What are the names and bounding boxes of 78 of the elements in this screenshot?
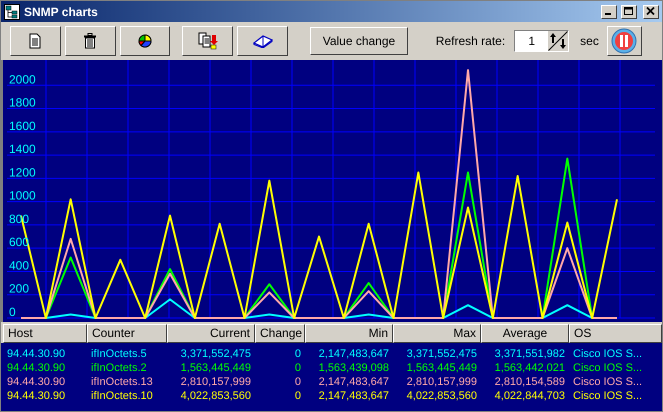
column-header[interactable]: OS	[569, 324, 662, 343]
table-cell-text: 2,147,483,647	[318, 347, 390, 361]
column-header[interactable]: Change	[255, 324, 305, 343]
axis-tick-label: 0	[9, 305, 16, 319]
table-cell-text: 3,371,551,982	[494, 347, 566, 361]
table-cell-text: 1,563,445,449	[406, 361, 478, 375]
table-cell-text: ifInOctets.5	[90, 347, 148, 361]
table-row[interactable]: 94.44.30.90 ifInOctets.13 2,810,157,999 0 2,147,483,647 2,810,157,999 2,810,154,589 Cisco IOS S...	[3, 375, 662, 389]
pie-chart-icon	[136, 33, 154, 49]
axis-tick-label: 400	[9, 258, 30, 272]
table-cell-text: Cisco IOS S...	[572, 361, 644, 375]
table-cell-text: 1,563,445,449	[180, 361, 252, 375]
axis-tick-label: 1000	[9, 188, 36, 203]
table-row[interactable]: 94.44.30.90 ifInOctets.5 3,371,552,475 0 2,147,483,647 3,371,552,475 3,371,551,982 Cisco IOS S...	[3, 347, 662, 361]
table-cell-text: 3,371,552,475	[180, 347, 252, 361]
app-icon	[4, 4, 20, 20]
seconds-unit-label: sec	[580, 33, 599, 50]
value-change-button[interactable]: Value change	[310, 27, 408, 55]
close-icon	[646, 7, 656, 16]
table-cell-text: 2,147,483,647	[318, 375, 390, 389]
documents-arrow-icon	[198, 32, 218, 50]
maximize-icon	[624, 7, 634, 16]
table-row[interactable]: 94.44.30.90 ifInOctets.10 4,022,853,560 0 2,147,483,647 4,022,853,560 4,022,844,703 Cisco IOS S...	[3, 389, 662, 403]
book-icon	[252, 34, 273, 48]
table-cell-text: 2,147,483,647	[318, 389, 390, 403]
table-cell-text: Cisco IOS S...	[572, 347, 644, 361]
column-header[interactable]: Current	[167, 324, 255, 343]
axis-tick-label: 1200	[9, 165, 36, 180]
refresh-rate-spinner[interactable]: 1	[514, 30, 570, 52]
column-header[interactable]: Average	[481, 324, 569, 343]
table-cell-text: 4,022,844,703	[494, 389, 566, 403]
table-cell-text: Cisco IOS S...	[572, 375, 644, 389]
axis-tick-label: 2000	[9, 72, 36, 86]
chart-colors-button[interactable]	[120, 26, 170, 56]
pause-button[interactable]	[606, 26, 642, 56]
table-cell-text: 94.44.30.90	[6, 389, 66, 403]
column-header[interactable]: Max	[393, 324, 481, 343]
table-cell-text: 2,810,157,999	[180, 375, 252, 389]
table-cell-text: 94.44.30.90	[6, 361, 66, 375]
column-header[interactable]: Min	[305, 324, 393, 343]
table-cell-text: 94.44.30.90	[6, 347, 66, 361]
window-title: SNMP charts	[24, 4, 98, 20]
refresh-rate-input[interactable]: 1	[515, 31, 548, 51]
axis-tick-label: 1600	[9, 118, 36, 133]
table-cell-text: 1,563,442,021	[494, 361, 566, 375]
table-row[interactable]: 94.44.30.90 ifInOctets.2 1,563,445,449 0 1,563,439,098 1,563,445,449 1,563,442,021 Cisco IOS S...	[3, 361, 662, 375]
table-cell-text: ifInOctets.13	[90, 375, 154, 389]
export-button[interactable]	[182, 26, 234, 56]
axis-tick-label: 1800	[9, 96, 36, 110]
spinner-arrows-icon[interactable]	[548, 31, 568, 51]
table-cell-text: 0	[294, 347, 302, 361]
close-button[interactable]	[643, 4, 659, 18]
table-cell-text: 2,810,157,999	[406, 375, 478, 389]
table-cell-text: 4,022,853,560	[406, 389, 478, 403]
document-icon	[28, 33, 42, 49]
table-cell-text: 0	[294, 375, 302, 389]
delete-button[interactable]	[64, 26, 116, 56]
table-cell-text: 1,563,439,098	[318, 361, 390, 375]
open-book-button[interactable]	[237, 26, 288, 56]
table-cell-text: 4,022,853,560	[180, 389, 252, 403]
table-cell-text: 2,810,154,589	[494, 375, 566, 389]
pause-icon	[611, 28, 638, 54]
table-cell-text: 94.44.30.90	[6, 375, 66, 389]
table-cell-text: 3,371,552,475	[406, 347, 478, 361]
new-document-button[interactable]	[10, 26, 61, 56]
trash-icon	[83, 33, 98, 49]
column-header[interactable]: Host	[3, 324, 87, 343]
table-cell-text: 0	[294, 389, 302, 403]
refresh-rate-label: Refresh rate:	[436, 33, 506, 50]
table-cell-text: Cisco IOS S...	[572, 389, 644, 403]
minimize-button[interactable]	[601, 4, 617, 18]
axis-tick-label: 1400	[9, 142, 36, 156]
maximize-button[interactable]	[621, 4, 637, 18]
table-cell-text: 0	[294, 361, 302, 375]
table-cell-text: ifInOctets.2	[90, 361, 148, 375]
table-cell-text: ifInOctets.10	[90, 389, 154, 403]
column-header[interactable]: Counter	[87, 324, 167, 343]
axis-tick-label: 200	[9, 282, 30, 296]
